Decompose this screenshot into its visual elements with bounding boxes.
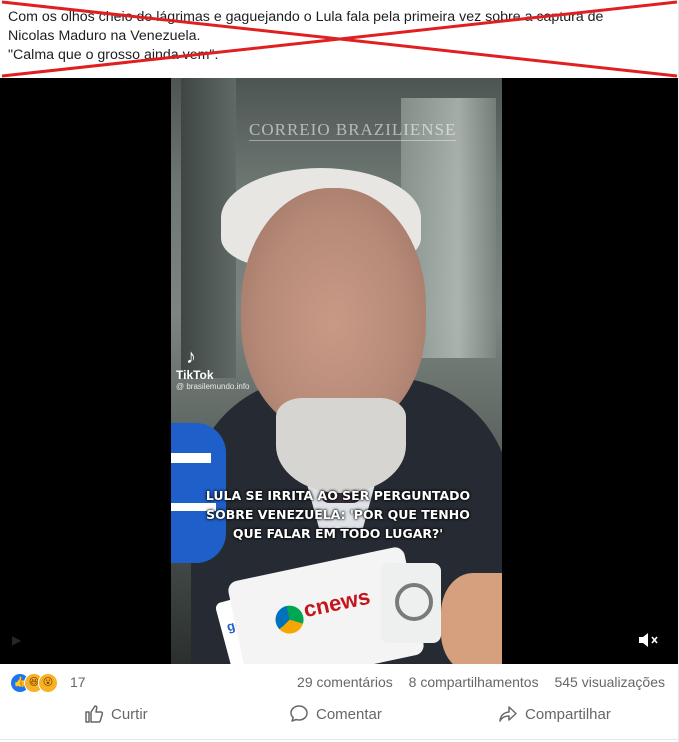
watermark: CORREIO BRAZILIENSE (249, 120, 457, 141)
globo-microphone (381, 563, 441, 643)
comment-button[interactable]: Comentar (289, 704, 382, 724)
caption-line-1: LULA SE IRRITA AO SER PERGUNTADO (205, 488, 471, 503)
comment-button-label: Comentar (316, 705, 382, 723)
post-actions: Curtir Comentar Compartilhar (0, 700, 679, 730)
comments-count[interactable]: 29 comentários (297, 674, 393, 690)
caption-line-3: QUE FALAR EM TODO LUGAR?' (232, 526, 444, 541)
globo-logo-icon (395, 583, 433, 621)
video-caption: LULA SE IRRITA AO SER PERGUNTADO SOBRE V… (203, 486, 473, 543)
hand (441, 573, 502, 664)
face (241, 188, 426, 433)
tiktok-watermark: ♪ TikTok @ brasilemundo.info (176, 346, 250, 391)
divider (0, 739, 679, 740)
like-button[interactable]: Curtir (84, 704, 148, 724)
post-text-line-1: Com os olhos cheio de lágrimas e gagueja… (8, 9, 604, 25)
post-text-line-3: "Calma que o grosso ainda vem". (8, 47, 219, 63)
tiktok-icon: ♪ (186, 346, 196, 368)
post-text: Com os olhos cheio de lágrimas e gagueja… (8, 8, 668, 65)
views-count: 545 visualizações (554, 674, 665, 690)
share-button[interactable]: Compartilhar (498, 704, 611, 724)
tiktok-label: TikTok (176, 368, 214, 382)
shares-count[interactable]: 8 compartilhamentos (409, 674, 539, 690)
video-frame: CORREIO BRAZILIENSE ♪ TikTok @ brasilemu… (171, 78, 502, 664)
reaction-count[interactable]: 17 (70, 674, 86, 690)
globe-logo-icon (272, 603, 307, 637)
play-icon[interactable]: ▶ (12, 633, 21, 647)
caption-line-2: SOBRE VENEZUELA: 'POR QUE TENHO (206, 507, 470, 522)
like-button-label: Curtir (111, 705, 148, 723)
comment-bubble-icon (290, 705, 308, 722)
share-arrow-icon (499, 706, 517, 722)
post-stats: 👍 😆 😮 17 29 comentários 8 compartilhamen… (0, 664, 679, 700)
reactions-summary[interactable]: 👍 😆 😮 (10, 673, 68, 693)
post-text-line-2: Nicolas Maduro na Venezuela. (8, 28, 201, 44)
mute-icon[interactable] (637, 630, 661, 655)
video-player[interactable]: CORREIO BRAZILIENSE ♪ TikTok @ brasilemu… (0, 78, 679, 664)
engagement-counts: 29 comentários 8 compartilhamentos 545 v… (285, 674, 665, 690)
cnews-mic-label: cnews (301, 583, 373, 623)
thumbs-up-icon (85, 705, 104, 723)
beard (276, 398, 406, 493)
tiktok-handle: @ brasilemundo.info (176, 382, 250, 391)
share-button-label: Compartilhar (525, 705, 611, 723)
wow-reaction-icon: 😮 (38, 673, 58, 693)
